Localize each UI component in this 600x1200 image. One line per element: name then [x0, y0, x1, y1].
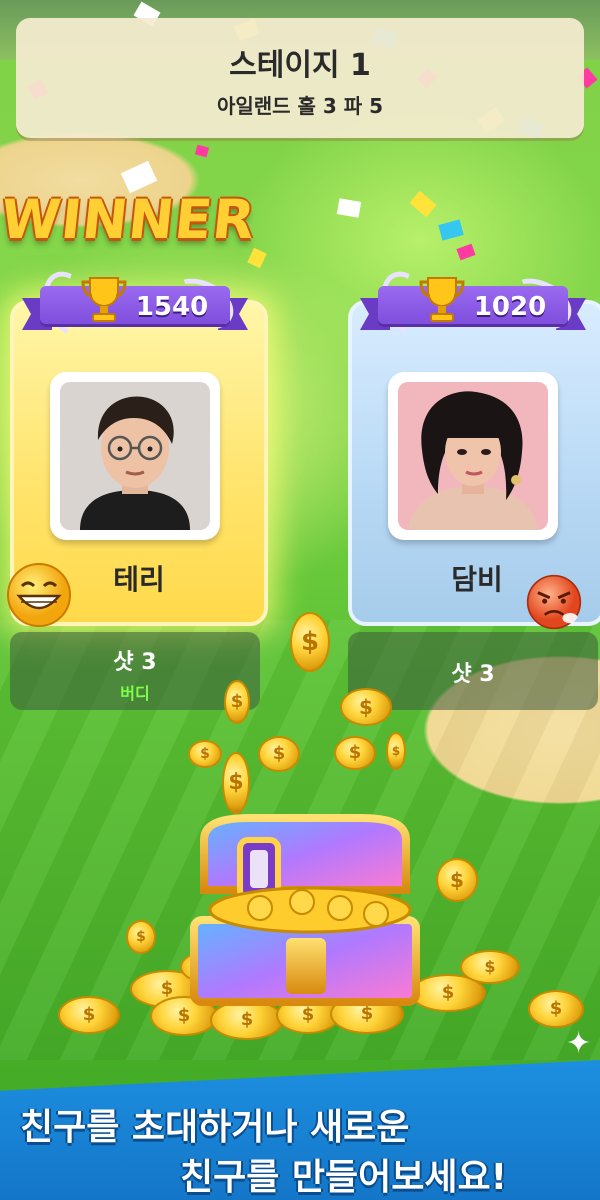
trophy-icon: [419, 277, 465, 322]
player1-shot: 샷 3: [113, 650, 157, 675]
player1-score: 1540: [135, 292, 209, 322]
winner-label: WINNER: [0, 188, 259, 251]
player2-shot: 샷 3: [451, 662, 495, 687]
score-ribbon-player2: 1020: [358, 263, 588, 345]
player2-avatar-frame[interactable]: [388, 372, 558, 540]
trophy-icon: [81, 277, 127, 322]
player1-avatar-frame[interactable]: [50, 372, 220, 540]
player2-score: 1020: [473, 292, 547, 322]
player1-avatar: [60, 382, 210, 530]
grinning-emoji-icon[interactable]: [6, 562, 72, 628]
promo-line-2: 친구를 만들어보세요!: [180, 1157, 508, 1198]
player2-shot-box: 샷 3: [348, 632, 598, 710]
stage-subtitle: 아일랜드 홀 3 파 5: [216, 94, 384, 118]
player2-avatar: [398, 382, 548, 530]
promo-line-1: 친구를 초대하거나 새로운: [20, 1107, 410, 1148]
stage-title: 스테이지 1: [229, 48, 371, 83]
score-ribbon-player1: 1540: [20, 263, 250, 345]
sparkle-icon: ✦: [566, 1026, 592, 1061]
treasure-chest-icon: [190, 814, 420, 1006]
player1-shot-box: 샷 3 버디: [10, 632, 260, 710]
player1-result: 버디: [120, 684, 150, 703]
stage-banner: 스테이지 1 아일랜드 홀 3 파 5: [16, 18, 584, 138]
angry-emoji-icon[interactable]: [526, 574, 582, 630]
